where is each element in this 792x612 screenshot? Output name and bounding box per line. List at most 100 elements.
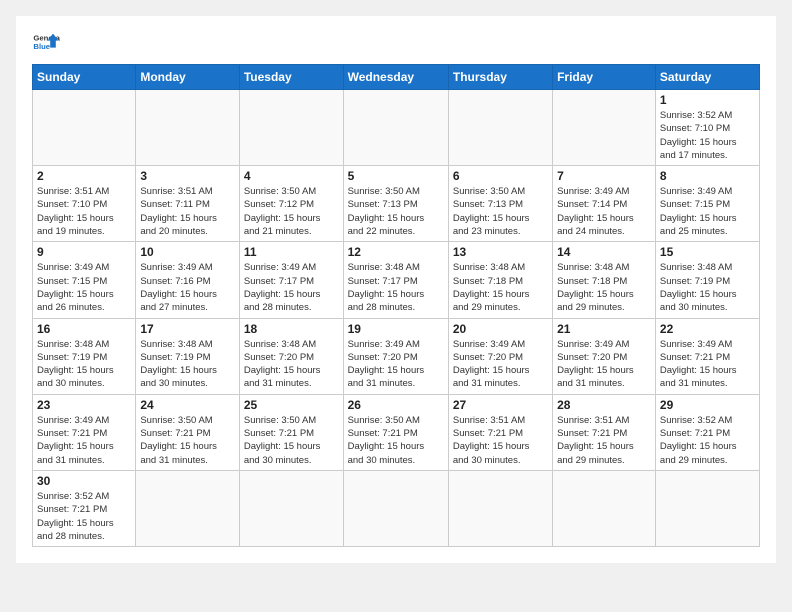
day-info: Sunrise: 3:51 AM Sunset: 7:11 PM Dayligh… xyxy=(140,185,235,238)
day-info: Sunrise: 3:50 AM Sunset: 7:12 PM Dayligh… xyxy=(244,185,339,238)
day-number: 20 xyxy=(453,322,548,336)
calendar-cell: 17 Sunrise: 3:48 AM Sunset: 7:19 PM Dayli… xyxy=(136,318,240,394)
calendar-cell xyxy=(448,470,552,546)
header: General Blue xyxy=(32,28,760,56)
calendar-cell xyxy=(239,470,343,546)
day-info: Sunrise: 3:50 AM Sunset: 7:21 PM Dayligh… xyxy=(348,414,444,467)
day-info: Sunrise: 3:48 AM Sunset: 7:20 PM Dayligh… xyxy=(244,338,339,391)
calendar-cell: 13 Sunrise: 3:48 AM Sunset: 7:18 PM Dayli… xyxy=(448,242,552,318)
day-number: 10 xyxy=(140,245,235,259)
calendar-cell xyxy=(136,90,240,166)
calendar-cell xyxy=(33,90,136,166)
calendar-cell: 1 Sunrise: 3:52 AM Sunset: 7:10 PM Daylig… xyxy=(655,90,759,166)
calendar-cell: 28 Sunrise: 3:51 AM Sunset: 7:21 PM Dayli… xyxy=(553,394,656,470)
calendar-week-3: 9 Sunrise: 3:49 AM Sunset: 7:15 PM Daylig… xyxy=(33,242,760,318)
day-info: Sunrise: 3:51 AM Sunset: 7:21 PM Dayligh… xyxy=(557,414,651,467)
col-header-monday: Monday xyxy=(136,65,240,90)
calendar-cell xyxy=(553,90,656,166)
day-number: 16 xyxy=(37,322,131,336)
calendar-cell: 18 Sunrise: 3:48 AM Sunset: 7:20 PM Dayli… xyxy=(239,318,343,394)
calendar-cell: 3 Sunrise: 3:51 AM Sunset: 7:11 PM Daylig… xyxy=(136,166,240,242)
day-number: 2 xyxy=(37,169,131,183)
day-number: 3 xyxy=(140,169,235,183)
day-number: 26 xyxy=(348,398,444,412)
day-info: Sunrise: 3:51 AM Sunset: 7:10 PM Dayligh… xyxy=(37,185,131,238)
day-info: Sunrise: 3:50 AM Sunset: 7:13 PM Dayligh… xyxy=(348,185,444,238)
calendar-cell: 30 Sunrise: 3:52 AM Sunset: 7:21 PM Dayli… xyxy=(33,470,136,546)
day-info: Sunrise: 3:52 AM Sunset: 7:21 PM Dayligh… xyxy=(37,490,131,543)
calendar-cell: 27 Sunrise: 3:51 AM Sunset: 7:21 PM Dayli… xyxy=(448,394,552,470)
day-info: Sunrise: 3:48 AM Sunset: 7:17 PM Dayligh… xyxy=(348,261,444,314)
calendar-cell xyxy=(343,90,448,166)
calendar-cell xyxy=(136,470,240,546)
logo-icon: General Blue xyxy=(32,28,60,56)
day-number: 12 xyxy=(348,245,444,259)
day-number: 17 xyxy=(140,322,235,336)
day-info: Sunrise: 3:49 AM Sunset: 7:16 PM Dayligh… xyxy=(140,261,235,314)
calendar-cell: 5 Sunrise: 3:50 AM Sunset: 7:13 PM Daylig… xyxy=(343,166,448,242)
calendar-container: General Blue SundayMondayTuesdayWednesda… xyxy=(16,16,776,563)
calendar-cell xyxy=(239,90,343,166)
col-header-wednesday: Wednesday xyxy=(343,65,448,90)
day-info: Sunrise: 3:50 AM Sunset: 7:21 PM Dayligh… xyxy=(140,414,235,467)
day-info: Sunrise: 3:49 AM Sunset: 7:21 PM Dayligh… xyxy=(660,338,755,391)
calendar-cell: 12 Sunrise: 3:48 AM Sunset: 7:17 PM Dayli… xyxy=(343,242,448,318)
day-info: Sunrise: 3:52 AM Sunset: 7:21 PM Dayligh… xyxy=(660,414,755,467)
day-number: 7 xyxy=(557,169,651,183)
day-info: Sunrise: 3:51 AM Sunset: 7:21 PM Dayligh… xyxy=(453,414,548,467)
calendar-cell: 25Sunrise: 3:50 AM Sunset: 7:21 PM Dayli… xyxy=(239,394,343,470)
calendar-cell: 11Sunrise: 3:49 AM Sunset: 7:17 PM Dayli… xyxy=(239,242,343,318)
day-number: 18 xyxy=(244,322,339,336)
col-header-saturday: Saturday xyxy=(655,65,759,90)
col-header-thursday: Thursday xyxy=(448,65,552,90)
day-info: Sunrise: 3:48 AM Sunset: 7:19 PM Dayligh… xyxy=(37,338,131,391)
day-number: 9 xyxy=(37,245,131,259)
day-number: 4 xyxy=(244,169,339,183)
day-number: 28 xyxy=(557,398,651,412)
day-info: Sunrise: 3:48 AM Sunset: 7:18 PM Dayligh… xyxy=(453,261,548,314)
calendar-cell: 6 Sunrise: 3:50 AM Sunset: 7:13 PM Daylig… xyxy=(448,166,552,242)
day-number: 5 xyxy=(348,169,444,183)
day-number: 27 xyxy=(453,398,548,412)
day-info: Sunrise: 3:50 AM Sunset: 7:21 PM Dayligh… xyxy=(244,414,339,467)
calendar-cell: 7 Sunrise: 3:49 AM Sunset: 7:14 PM Daylig… xyxy=(553,166,656,242)
day-number: 29 xyxy=(660,398,755,412)
col-header-tuesday: Tuesday xyxy=(239,65,343,90)
calendar-cell xyxy=(655,470,759,546)
day-info: Sunrise: 3:49 AM Sunset: 7:20 PM Dayligh… xyxy=(557,338,651,391)
day-number: 30 xyxy=(37,474,131,488)
day-info: Sunrise: 3:50 AM Sunset: 7:13 PM Dayligh… xyxy=(453,185,548,238)
day-number: 6 xyxy=(453,169,548,183)
day-number: 23 xyxy=(37,398,131,412)
calendar-week-5: 23 Sunrise: 3:49 AM Sunset: 7:21 PM Dayli… xyxy=(33,394,760,470)
calendar-cell: 2 Sunrise: 3:51 AM Sunset: 7:10 PM Daylig… xyxy=(33,166,136,242)
calendar-week-2: 2 Sunrise: 3:51 AM Sunset: 7:10 PM Daylig… xyxy=(33,166,760,242)
day-info: Sunrise: 3:48 AM Sunset: 7:19 PM Dayligh… xyxy=(140,338,235,391)
day-number: 22 xyxy=(660,322,755,336)
calendar-cell: 19Sunrise: 3:49 AM Sunset: 7:20 PM Dayli… xyxy=(343,318,448,394)
day-number: 1 xyxy=(660,93,755,107)
calendar-cell: 9 Sunrise: 3:49 AM Sunset: 7:15 PM Daylig… xyxy=(33,242,136,318)
day-number: 13 xyxy=(453,245,548,259)
calendar-cell xyxy=(343,470,448,546)
day-info: Sunrise: 3:49 AM Sunset: 7:15 PM Dayligh… xyxy=(37,261,131,314)
calendar-week-1: 1 Sunrise: 3:52 AM Sunset: 7:10 PM Daylig… xyxy=(33,90,760,166)
day-number: 14 xyxy=(557,245,651,259)
calendar-cell: 20Sunrise: 3:49 AM Sunset: 7:20 PM Dayli… xyxy=(448,318,552,394)
calendar-cell: 8Sunrise: 3:49 AM Sunset: 7:15 PM Daylig… xyxy=(655,166,759,242)
logo: General Blue xyxy=(32,28,66,56)
calendar-cell: 23 Sunrise: 3:49 AM Sunset: 7:21 PM Dayli… xyxy=(33,394,136,470)
calendar-cell: 26 Sunrise: 3:50 AM Sunset: 7:21 PM Dayli… xyxy=(343,394,448,470)
calendar-cell: 24Sunrise: 3:50 AM Sunset: 7:21 PM Dayli… xyxy=(136,394,240,470)
day-info: Sunrise: 3:52 AM Sunset: 7:10 PM Dayligh… xyxy=(660,109,755,162)
svg-text:Blue: Blue xyxy=(33,42,50,51)
day-info: Sunrise: 3:49 AM Sunset: 7:14 PM Dayligh… xyxy=(557,185,651,238)
day-info: Sunrise: 3:49 AM Sunset: 7:21 PM Dayligh… xyxy=(37,414,131,467)
calendar-cell: 15Sunrise: 3:48 AM Sunset: 7:19 PM Dayli… xyxy=(655,242,759,318)
day-number: 21 xyxy=(557,322,651,336)
calendar-header-row: SundayMondayTuesdayWednesdayThursdayFrid… xyxy=(33,65,760,90)
calendar-cell: 21 Sunrise: 3:49 AM Sunset: 7:20 PM Dayli… xyxy=(553,318,656,394)
calendar-cell: 16 Sunrise: 3:48 AM Sunset: 7:19 PM Dayli… xyxy=(33,318,136,394)
calendar-table: SundayMondayTuesdayWednesdayThursdayFrid… xyxy=(32,64,760,547)
calendar-cell xyxy=(553,470,656,546)
